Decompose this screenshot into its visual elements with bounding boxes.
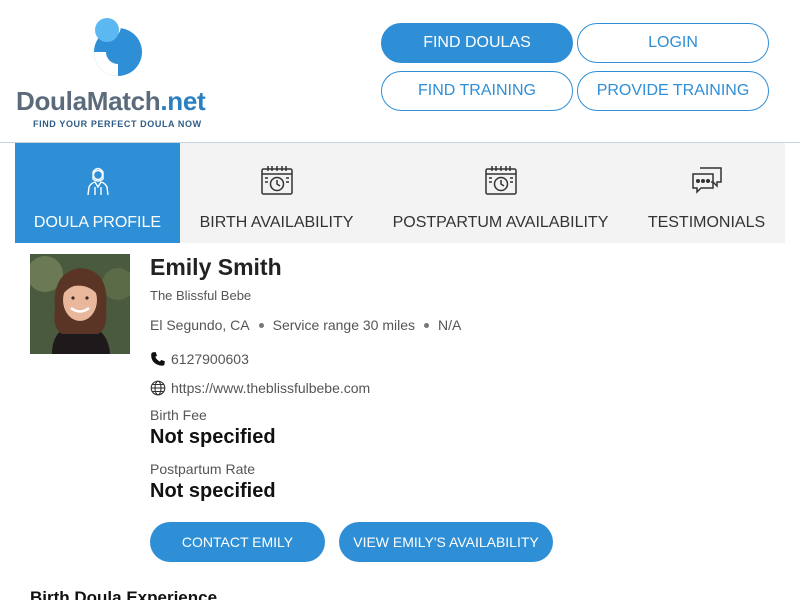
provide-training-button[interactable]: PROVIDE TRAINING: [577, 71, 769, 111]
doula-name: Emily Smith: [150, 254, 282, 280]
site-logo[interactable]: DoulaMatch.net FIND YOUR PERFECT DOULA N…: [16, 10, 221, 132]
business-name: The Blissful Bebe: [150, 288, 252, 303]
logo-tagline: FIND YOUR PERFECT DOULA NOW: [33, 119, 202, 129]
profile-tabs: DOULA PROFILE BIRTH AVAILABILITY POSTPAR…: [15, 143, 785, 243]
tab-label: TESTIMONIALS: [647, 214, 766, 231]
location-text: El Segundo, CA: [150, 317, 250, 333]
phone-icon: [151, 352, 165, 366]
service-range-text: Service range 30 miles: [272, 317, 416, 333]
find-doulas-button[interactable]: FIND DOULAS: [381, 23, 573, 63]
separator-dot: [258, 322, 264, 328]
birth-fee-value: Not specified: [150, 426, 276, 448]
tab-postpartum-availability[interactable]: POSTPARTUM AVAILABILITY: [373, 143, 628, 243]
location-meta: El Segundo, CA Service range 30 miles N/…: [150, 317, 461, 333]
tab-doula-profile[interactable]: DOULA PROFILE: [15, 143, 180, 243]
contact-button[interactable]: CONTACT EMILY: [150, 522, 325, 562]
separator-dot: [424, 322, 430, 328]
tab-label: POSTPARTUM AVAILABILITY: [392, 214, 609, 231]
view-availability-button[interactable]: VIEW EMILY'S AVAILABILITY: [339, 522, 553, 562]
globe-icon: [150, 380, 166, 396]
tab-label: DOULA PROFILE: [33, 214, 162, 231]
tab-label: BIRTH AVAILABILITY: [199, 214, 354, 231]
profile-photo: [30, 254, 130, 354]
calendar-clock-icon: [260, 166, 293, 195]
birth-experience-heading: Birth Doula Experience: [30, 588, 218, 600]
logo-mark-icon: [94, 13, 142, 76]
extra-meta-text: N/A: [438, 317, 462, 333]
website-link[interactable]: https://www.theblissfulbebe.com: [171, 380, 370, 396]
tab-birth-availability[interactable]: BIRTH AVAILABILITY: [180, 143, 373, 243]
chat-bubbles-icon: [691, 167, 722, 194]
postpartum-rate-label: Postpartum Rate: [150, 461, 256, 477]
birth-fee-label: Birth Fee: [150, 407, 207, 423]
calendar-clock-icon: [484, 166, 517, 195]
tab-testimonials[interactable]: TESTIMONIALS: [628, 143, 785, 243]
postpartum-rate-value: Not specified: [150, 480, 276, 502]
phone-row[interactable]: 6127900603: [150, 351, 249, 367]
logo-wordmark: DoulaMatch.net: [16, 86, 206, 116]
login-button[interactable]: LOGIN: [577, 23, 769, 63]
phone-number[interactable]: 6127900603: [171, 351, 249, 367]
website-row[interactable]: https://www.theblissfulbebe.com: [150, 380, 370, 396]
find-training-button[interactable]: FIND TRAINING: [381, 71, 573, 111]
site-header: DoulaMatch.net FIND YOUR PERFECT DOULA N…: [0, 0, 800, 143]
doula-person-icon: [86, 167, 109, 196]
